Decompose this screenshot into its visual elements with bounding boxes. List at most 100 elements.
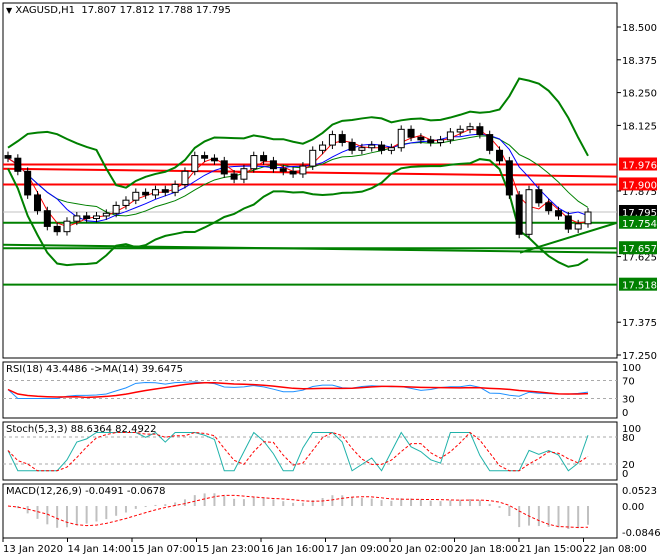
ohlc-values: 17.807 17.812 17.788 17.795: [81, 5, 231, 16]
candle: [496, 149, 504, 162]
rsi-line: [7, 381, 589, 399]
candle: [210, 157, 218, 162]
candle: [151, 189, 159, 196]
candle: [43, 210, 51, 227]
candle: [525, 189, 533, 235]
panel-frame-0: [2, 2, 618, 359]
y-tick-label: 18.250: [622, 89, 657, 100]
rsi-tick-label: 30: [622, 395, 635, 406]
rsi-label: RSI(18) 43.4486 ->MA(14) 39.6475: [6, 364, 183, 375]
symbol-label: XAGUSD,H1: [15, 5, 76, 16]
candle: [92, 215, 100, 220]
candle: [240, 168, 248, 180]
rsi-tick-label: 70: [622, 377, 635, 388]
candle: [338, 134, 346, 143]
stoch-main-line: [7, 431, 589, 472]
candle: [269, 160, 277, 170]
y-tick-label: 18.500: [622, 23, 657, 34]
stoch-signal-line: [7, 431, 589, 472]
x-tick-label: 22 Jan 08:00: [584, 544, 647, 555]
candle: [201, 155, 209, 159]
macd-tick-label: -0.0846: [622, 528, 660, 539]
price-tag-label: 17.754: [622, 219, 657, 230]
macd-signal-line: [7, 494, 589, 528]
candle: [63, 220, 71, 233]
y-tick-label: 18.375: [622, 56, 657, 67]
candle: [505, 160, 513, 196]
chart-canvas[interactable]: 18.50018.37518.25018.12517.87517.62517.3…: [0, 0, 660, 560]
x-tick-label: 15 Jan 23:00: [197, 544, 260, 555]
rsi-tick-label: 100: [622, 363, 641, 374]
stoch-label: Stoch(5,3,3) 88.6364 82.4922: [6, 424, 157, 435]
candle: [387, 147, 395, 151]
candle: [289, 170, 297, 175]
macd-label: MACD(12,26,9) -0.0491 -0.0678: [6, 486, 166, 497]
ma-blue: [7, 133, 589, 223]
candle: [24, 170, 32, 196]
candle: [122, 199, 130, 206]
macd-tick-label: 0.00: [622, 502, 644, 513]
candle: [181, 170, 189, 185]
candle: [260, 155, 268, 162]
dropdown-triangle-icon[interactable]: ▼: [6, 6, 12, 15]
candle: [368, 144, 376, 149]
stoch-tick-label: 0: [622, 469, 628, 480]
candle: [102, 212, 110, 217]
y-tick-label: 18.125: [622, 121, 657, 132]
candle: [535, 189, 543, 204]
x-tick-label: 16 Jan 16:00: [261, 544, 324, 555]
candle: [378, 144, 386, 151]
x-tick-label: 20 Jan 18:00: [455, 544, 518, 555]
candle: [476, 126, 484, 136]
candle: [564, 215, 572, 230]
candle: [132, 191, 140, 201]
candle: [279, 168, 287, 172]
x-tick-label: 13 Jan 2020: [3, 544, 63, 555]
candle: [407, 128, 415, 138]
candle: [220, 160, 228, 175]
candle: [230, 173, 238, 180]
rsi-tick-label: 0: [622, 408, 628, 419]
trading-chart[interactable]: 18.500 18.375 18.250 18.125 17.875 17.625 17.3…: [0, 0, 660, 560]
candle: [250, 155, 258, 170]
candle: [328, 134, 336, 146]
y-tick-label: 17.375: [622, 318, 657, 329]
x-tick-label: 21 Jan 15:00: [519, 544, 582, 555]
candle: [348, 141, 356, 151]
price-tag-label: 17.657: [622, 244, 657, 255]
x-tick-label: 14 Jan 14:00: [68, 544, 131, 555]
candle: [545, 202, 553, 212]
stoch-tick-label: 80: [622, 433, 635, 444]
candle: [53, 225, 61, 233]
candle: [515, 194, 523, 235]
chart-header: ▼ XAGUSD,H1 17.807 17.812 17.788 17.795: [6, 5, 231, 16]
candle: [427, 139, 435, 143]
candle: [4, 155, 12, 159]
price-tag-label: 17.900: [622, 180, 657, 191]
price-tag-label: 17.976: [622, 160, 657, 171]
candle: [171, 183, 179, 193]
candle: [319, 144, 327, 151]
candle: [555, 210, 563, 217]
candle: [456, 128, 464, 133]
candle: [417, 136, 425, 141]
candle: [437, 139, 445, 143]
candle: [14, 157, 22, 172]
candle: [191, 155, 199, 172]
candle: [446, 131, 454, 141]
candle: [161, 189, 169, 193]
candle: [33, 194, 41, 212]
candle: [486, 134, 494, 151]
price-tag-label: 17.518: [622, 281, 657, 292]
candle: [584, 211, 592, 225]
x-tick-label: 17 Jan 09:00: [326, 544, 389, 555]
x-tick-label: 20 Jan 02:00: [390, 544, 453, 555]
candle: [142, 191, 150, 196]
candle: [299, 165, 307, 175]
x-tick-label: 15 Jan 07:00: [132, 544, 195, 555]
candle: [358, 147, 366, 151]
candle: [83, 215, 91, 220]
candle: [309, 149, 317, 167]
candle: [397, 128, 405, 149]
y-tick-label: 17.250: [622, 351, 657, 362]
